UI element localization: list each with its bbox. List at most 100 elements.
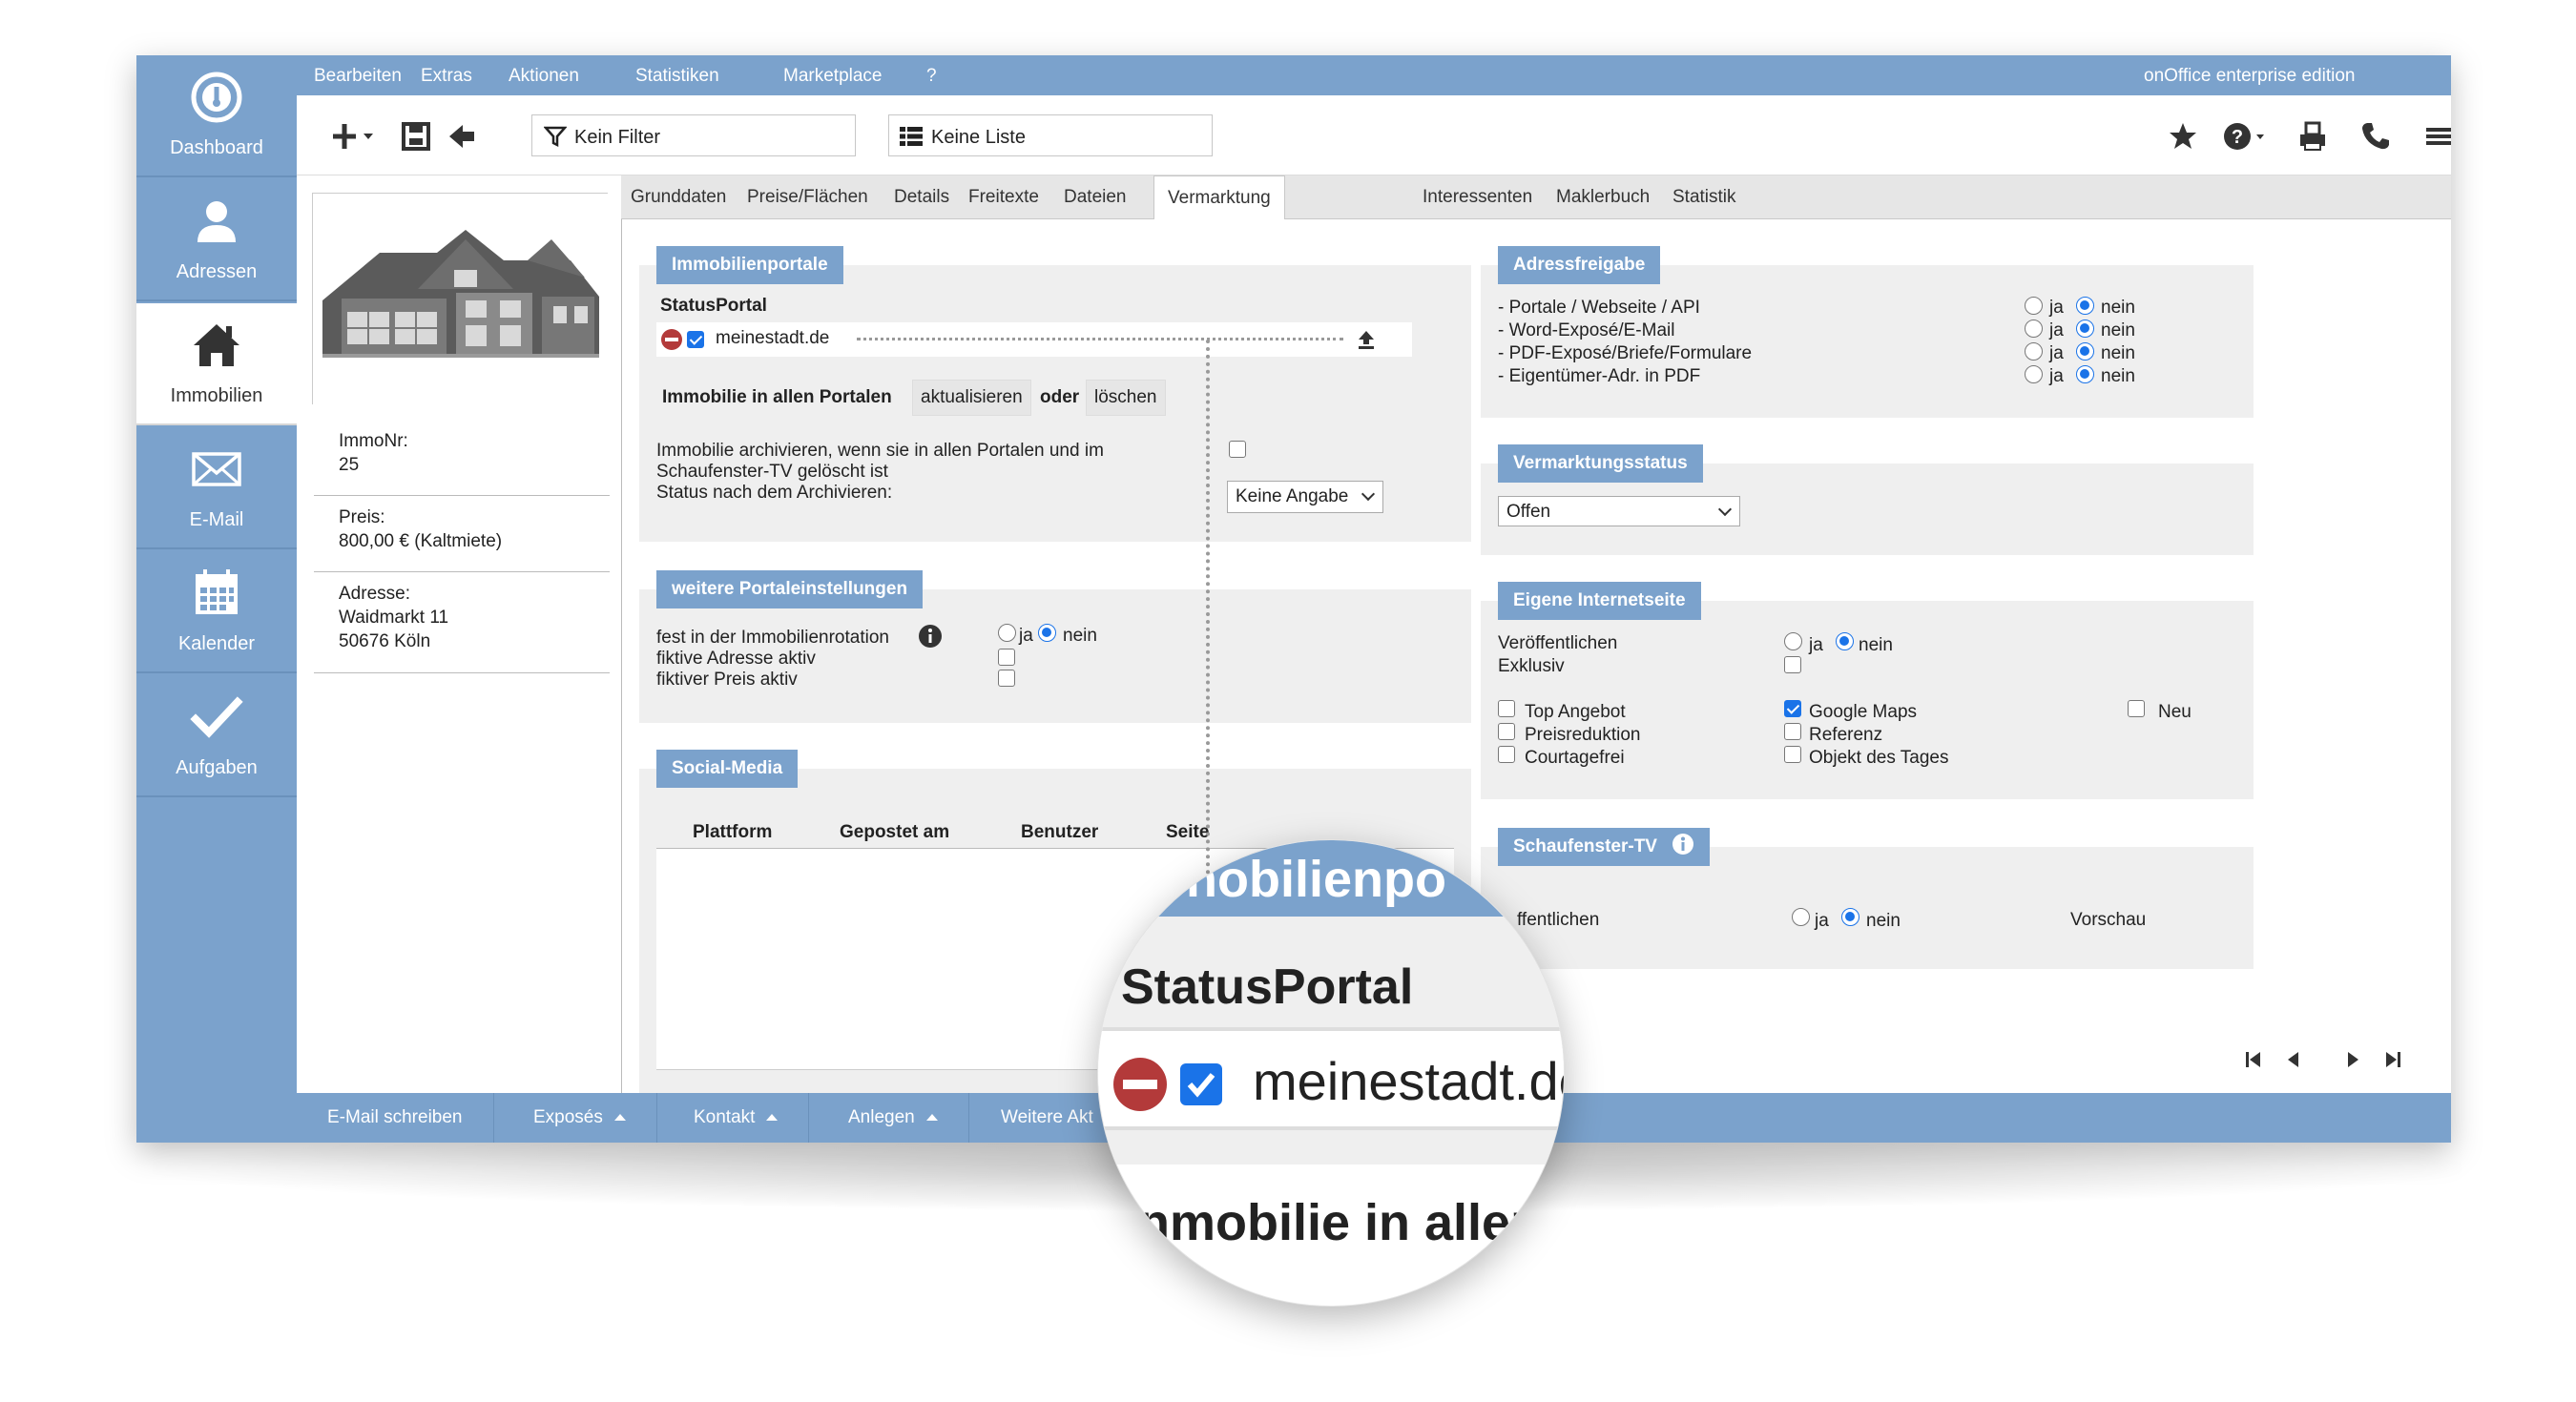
remove-portal-icon <box>1113 1058 1167 1111</box>
all-portals-label: Immobilie in allen Portalen <box>662 387 892 407</box>
tab-details[interactable]: Details <box>894 187 949 208</box>
fictive-address-checkbox[interactable] <box>998 649 1015 666</box>
sidebar-label-kalender: Kalender <box>177 633 256 654</box>
tab-dateien[interactable]: Dateien <box>1064 187 1127 208</box>
info-icon[interactable] <box>1672 833 1694 856</box>
archive-checkbox[interactable] <box>1229 441 1246 458</box>
release-portale-yes-radio[interactable] <box>2025 297 2043 315</box>
back-arrow-icon[interactable] <box>446 120 478 153</box>
sidebar-label-immobilien: Immobilien <box>170 385 263 406</box>
hamburger-menu-icon[interactable] <box>2422 120 2451 153</box>
phone-icon[interactable] <box>2359 120 2392 153</box>
sidebar-item-dashboard[interactable]: Dashboard <box>136 55 297 177</box>
upload-icon[interactable] <box>1355 328 1378 351</box>
rotation-yes-radio[interactable] <box>998 624 1016 642</box>
sidebar-item-email[interactable]: E-Mail <box>136 427 297 549</box>
menu-statistiken[interactable]: Statistiken <box>635 66 719 87</box>
exposes-label: Exposés <box>533 1107 603 1127</box>
email-write-button[interactable]: E-Mail schreiben <box>297 1093 494 1143</box>
tab-interessenten[interactable]: Interessenten <box>1423 187 1532 208</box>
tab-vermarktung[interactable]: Vermarktung <box>1153 175 1285 220</box>
status-portal-header: StatusPortal <box>660 296 767 316</box>
sidebar-item-aufgaben[interactable]: Aufgaben <box>136 675 297 797</box>
fictive-address-label: fiktive Adresse aktiv <box>656 649 816 669</box>
marketing-status-select[interactable]: Offen <box>1498 496 1740 526</box>
column-plattform: Plattform <box>693 822 773 842</box>
info-icon[interactable] <box>918 624 943 649</box>
sidebar-item-immobilien[interactable]: Immobilien <box>136 303 297 425</box>
portal-settings-title: weitere Portaleinstellungen <box>656 570 924 608</box>
filter-label: Kein Filter <box>574 127 661 148</box>
sidebar: Dashboard Adressen Immobilien E-Mail Kal… <box>136 55 297 1143</box>
save-icon[interactable] <box>400 120 432 153</box>
immo-number-value: 25 <box>339 455 360 475</box>
rotation-no-radio[interactable] <box>1038 624 1056 642</box>
exposes-button[interactable]: Exposés <box>503 1093 657 1143</box>
property-image[interactable] <box>312 193 609 405</box>
top-angebot-checkbox[interactable] <box>1498 700 1515 717</box>
create-button[interactable]: Anlegen <box>818 1093 969 1143</box>
tab-maklerbuch[interactable]: Maklerbuch <box>1556 187 1650 208</box>
caret-up-icon <box>613 1114 626 1121</box>
release-word-yes-radio[interactable] <box>2025 320 2043 338</box>
address-info: Adresse: Waidmarkt 11 50676 Köln <box>314 582 610 673</box>
menu-bearbeiten[interactable]: Bearbeiten <box>314 66 402 87</box>
website-exclusive-checkbox[interactable] <box>1784 656 1801 673</box>
list-select[interactable]: Keine Liste <box>888 114 1213 156</box>
portal-checkbox[interactable] <box>687 331 704 348</box>
fictive-price-checkbox[interactable] <box>998 670 1015 687</box>
release-pdf-yes-radio[interactable] <box>2025 342 2043 361</box>
help-icon[interactable]: ? <box>2222 120 2268 153</box>
add-icon[interactable] <box>331 120 379 153</box>
social-media-title: Social-Media <box>656 750 799 788</box>
tab-statistik[interactable]: Statistik <box>1672 187 1736 208</box>
last-page-icon[interactable] <box>2382 1049 2403 1070</box>
website-publish-yes-radio[interactable] <box>1784 632 1802 650</box>
objekt-des-tages-checkbox[interactable] <box>1784 746 1801 763</box>
delete-portals-button[interactable]: löschen <box>1086 380 1166 416</box>
neu-checkbox[interactable] <box>2128 700 2145 717</box>
immo-number-label: ImmoNr: <box>339 431 408 451</box>
release-pdf-no-radio[interactable] <box>2076 342 2094 361</box>
contact-button[interactable]: Kontakt <box>663 1093 810 1143</box>
referenz-checkbox[interactable] <box>1784 723 1801 740</box>
tab-preise-flaechen[interactable]: Preise/Flächen <box>747 187 868 208</box>
shop-tv-yes-radio[interactable] <box>1792 908 1810 926</box>
menu-extras[interactable]: Extras <box>421 66 472 87</box>
website-publish-no-radio[interactable] <box>1836 632 1854 650</box>
first-page-icon[interactable] <box>2243 1049 2264 1070</box>
courtagefrei-label: Courtagefrei <box>1525 748 1625 768</box>
release-portale-no-radio[interactable] <box>2076 297 2094 315</box>
release-row-owner: - Eigentümer-Adr. in PDF <box>1498 366 1701 386</box>
next-page-icon[interactable] <box>2342 1049 2363 1070</box>
archive-text-2: Schaufenster-TV gelöscht ist <box>656 462 888 482</box>
google-maps-checkbox[interactable] <box>1784 700 1801 717</box>
release-owner-no-radio[interactable] <box>2076 365 2094 383</box>
dotted-connector <box>857 338 1343 340</box>
neu-label: Neu <box>2158 702 2192 722</box>
website-section: Eigene Internetseite Veröffentlichen ja … <box>1481 582 2254 799</box>
preisreduktion-checkbox[interactable] <box>1498 723 1515 740</box>
menu-help[interactable]: ? <box>926 66 937 87</box>
sidebar-item-adressen[interactable]: Adressen <box>136 179 297 301</box>
tab-grunddaten[interactable]: Grunddaten <box>631 187 726 208</box>
release-word-no-radio[interactable] <box>2076 320 2094 338</box>
print-icon[interactable] <box>2296 120 2329 153</box>
courtagefrei-checkbox[interactable] <box>1498 746 1515 763</box>
archive-status-select[interactable]: Keine Angabe <box>1227 481 1383 513</box>
release-owner-yes-radio[interactable] <box>2025 365 2043 383</box>
menu-aktionen[interactable]: Aktionen <box>509 66 579 87</box>
shop-tv-preview-link[interactable]: Vorschau <box>2070 910 2146 931</box>
previous-page-icon[interactable] <box>2283 1049 2304 1070</box>
release-word-no-label: nein <box>2101 320 2135 340</box>
menu-marketplace[interactable]: Marketplace <box>783 66 883 87</box>
tab-freitexte[interactable]: Freitexte <box>968 187 1039 208</box>
filter-select[interactable]: Kein Filter <box>531 114 856 156</box>
magnifier-portal-row: meinestadt.de <box>1098 1027 1564 1130</box>
update-portals-button[interactable]: aktualisieren <box>912 380 1031 416</box>
sidebar-item-kalender[interactable]: Kalender <box>136 551 297 673</box>
shop-tv-no-radio[interactable] <box>1841 908 1859 926</box>
release-pdf-yes-label: ja <box>2049 343 2064 363</box>
remove-portal-icon[interactable] <box>660 328 683 351</box>
star-icon[interactable] <box>2167 120 2199 153</box>
